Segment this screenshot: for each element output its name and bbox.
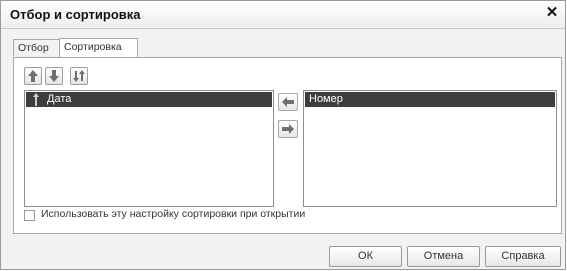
list-item[interactable]: Номер	[305, 92, 555, 107]
list-item-label: Номер	[309, 93, 343, 105]
list-item[interactable]: Дата	[26, 92, 272, 107]
sort-ascending-icon	[33, 93, 39, 106]
arrow-up-icon	[28, 70, 38, 82]
dialog-title: Отбор и сортировка	[10, 7, 141, 22]
sort-toggle-icon	[73, 70, 85, 82]
sort-direction-button[interactable]	[70, 67, 88, 85]
remove-field-button[interactable]	[278, 120, 298, 138]
help-button[interactable]: Справка	[485, 246, 561, 267]
selected-fields-list[interactable]: Дата	[24, 90, 274, 207]
title-bar: Отбор и сортировка ✕	[1, 1, 565, 29]
arrow-down-icon	[49, 70, 59, 82]
use-on-open-checkbox[interactable]	[24, 210, 35, 221]
arrow-right-icon	[282, 124, 294, 134]
arrow-left-icon	[282, 97, 294, 107]
tab-filter[interactable]: Отбор	[13, 39, 60, 56]
move-down-button[interactable]	[45, 67, 63, 85]
cancel-button[interactable]: Отмена	[407, 246, 480, 267]
ok-button[interactable]: ОК	[329, 246, 402, 267]
tab-sorting[interactable]: Сортировка	[59, 38, 138, 57]
move-up-button[interactable]	[24, 67, 42, 85]
sort-dialog: Отбор и сортировка ✕ Отбор Сортировка Да…	[0, 0, 566, 270]
list-item-label: Дата	[47, 93, 72, 105]
close-icon[interactable]: ✕	[544, 4, 560, 22]
use-on-open-label: Использовать эту настройку сортировки пр…	[41, 208, 306, 220]
available-fields-list[interactable]: Номер	[303, 90, 557, 207]
add-field-button[interactable]	[278, 93, 298, 111]
